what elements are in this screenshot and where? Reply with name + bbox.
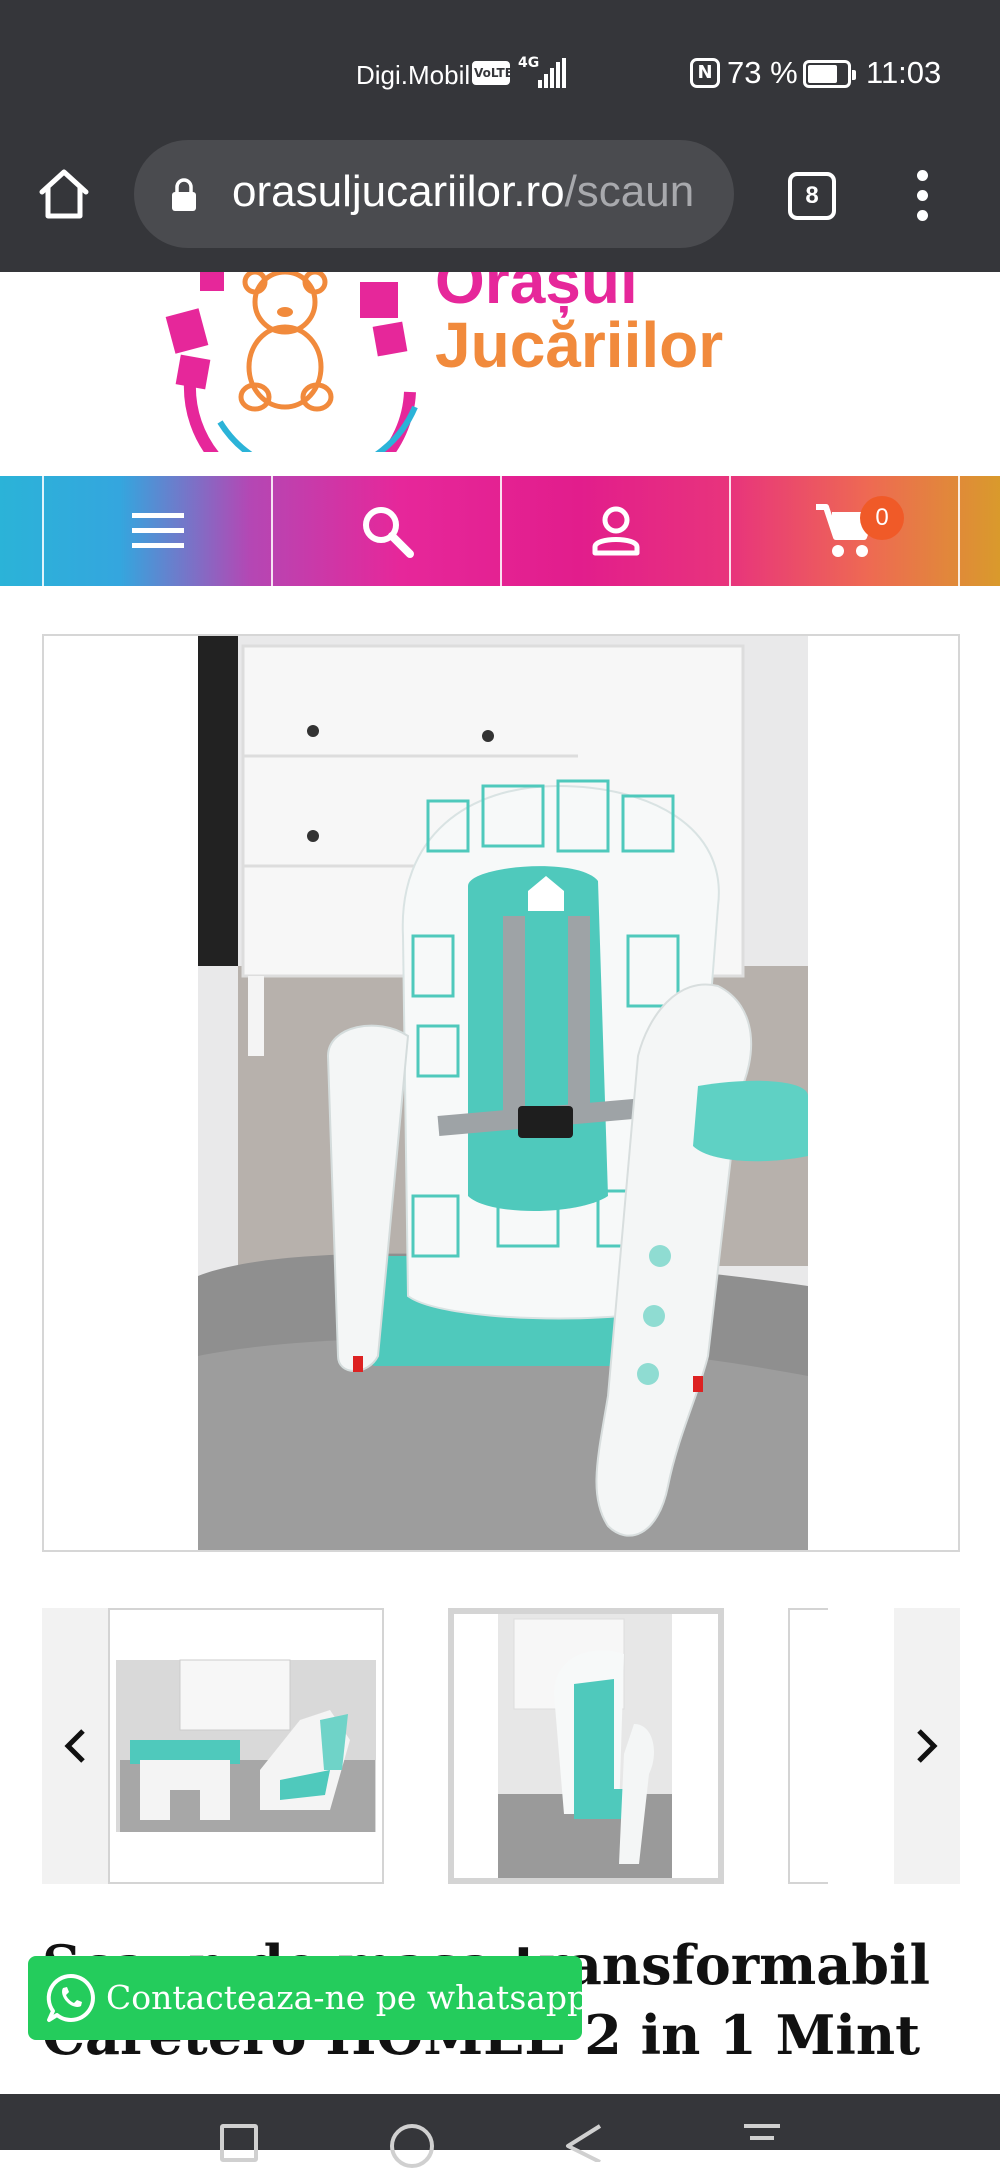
thumbnail-image	[454, 1614, 718, 1878]
menu-icon	[131, 513, 184, 548]
thumbnail-2[interactable]	[448, 1608, 724, 1884]
recent-apps-icon[interactable]	[220, 2124, 258, 2162]
home-icon[interactable]	[36, 166, 92, 222]
whatsapp-contact-button[interactable]: Contacteaza-ne pe whatsapp!	[28, 1956, 601, 2040]
chevron-left-icon	[64, 1729, 85, 1763]
volte-badge: VoLTE	[472, 61, 513, 85]
more-vert-icon[interactable]	[912, 170, 932, 222]
nfc-icon: N	[690, 58, 720, 88]
battery-percent: 73 %	[727, 55, 798, 90]
product-main-image[interactable]	[42, 634, 960, 1552]
signal-icon	[538, 58, 568, 88]
url-host: orasuljucariilor.ro	[232, 167, 565, 216]
thumbnail-carousel	[42, 1608, 960, 1884]
search-button[interactable]	[271, 476, 500, 586]
cart-count-badge: 0	[860, 496, 904, 540]
network-type: 4G	[518, 55, 540, 71]
thumbnail-image	[116, 1659, 376, 1832]
tabs-button[interactable]: 8	[788, 172, 836, 220]
search-icon	[362, 507, 414, 558]
account-icon	[592, 506, 639, 556]
home-nav-icon[interactable]	[390, 2124, 434, 2168]
cart-button[interactable]	[729, 476, 958, 586]
high-chair-photo	[44, 636, 958, 1550]
site-nav-bar: 0	[0, 476, 1000, 586]
carrier-name: Digi.Mobil	[356, 60, 471, 90]
clock: 11:03	[866, 55, 942, 90]
chevron-right-icon	[917, 1729, 938, 1763]
teddy-bear-logo-icon	[165, 272, 418, 452]
browser-chrome: Digi.Mobil VoLTE 4G N 73 % 11:03 orasulj…	[0, 0, 1000, 272]
back-icon[interactable]	[562, 2122, 606, 2162]
url-path: /scaun	[564, 167, 695, 216]
menu-button[interactable]	[42, 476, 271, 586]
logo-line2: Jucăriilor	[435, 309, 724, 381]
lock-icon	[172, 178, 196, 211]
site-logo[interactable]: Orașul Jucăriilor	[160, 272, 840, 452]
url-bar[interactable]: orasuljucariilor.ro/scaun	[134, 140, 734, 248]
account-button[interactable]	[500, 476, 729, 586]
prev-thumbnail-button[interactable]	[42, 1608, 108, 1884]
next-thumbnail-button[interactable]	[894, 1608, 960, 1884]
nav-menu-icon[interactable]	[740, 2122, 784, 2152]
battery-level	[808, 65, 837, 83]
whatsapp-icon	[46, 1973, 95, 2022]
thumbnail-3[interactable]	[788, 1608, 828, 1884]
system-nav-bar	[0, 2094, 1000, 2168]
nav-edge	[958, 476, 1000, 586]
thumbnail-1[interactable]	[108, 1608, 384, 1884]
whatsapp-label: Contacteaza-ne pe whatsapp!	[106, 1978, 602, 2017]
url-text[interactable]: orasuljucariilor.ro/scaun	[232, 167, 694, 217]
battery-icon	[803, 60, 856, 88]
